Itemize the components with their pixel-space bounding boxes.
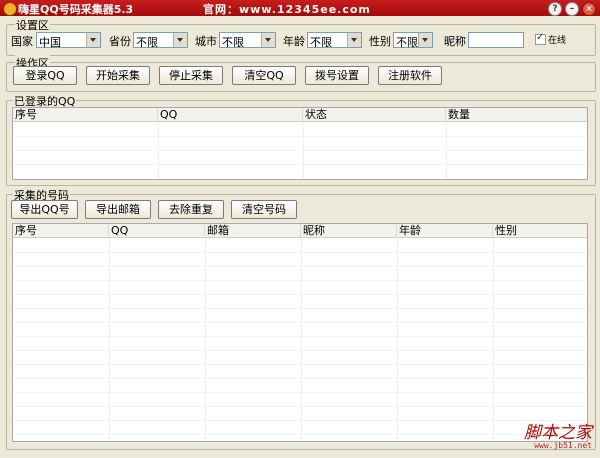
list-row-line (13, 266, 587, 267)
column-header-qq[interactable]: QQ (109, 224, 205, 237)
nickname-label: 昵称 (444, 35, 466, 48)
close-button[interactable]: × (582, 2, 596, 16)
gender-label: 性别 (369, 35, 391, 48)
clear-qq-button[interactable]: 清空QQ (232, 66, 296, 85)
clear-numbers-button[interactable]: 清空号码 (231, 200, 297, 219)
column-divider (205, 238, 206, 441)
column-header-count[interactable]: 数量 (446, 108, 587, 121)
column-header-index[interactable]: 序号 (13, 108, 158, 121)
list-row-line (13, 252, 587, 253)
column-divider (397, 238, 398, 441)
province-value: 不限 (136, 36, 158, 49)
province-select[interactable]: 不限 (133, 32, 188, 49)
city-value: 不限 (222, 36, 244, 49)
nickname-input[interactable] (468, 32, 524, 48)
collected-list-header: 序号 QQ 邮箱 昵称 年龄 性别 (13, 224, 587, 238)
minimize-button[interactable]: – (565, 2, 579, 16)
website-label: 官网：www.12345ee.com (203, 3, 371, 16)
country-select[interactable]: 中国 (36, 32, 101, 49)
gender-select[interactable]: 不限 (393, 32, 433, 49)
logged-in-list-header: 序号 QQ 状态 数量 (13, 108, 587, 122)
list-row-line (13, 378, 587, 379)
column-divider (109, 238, 110, 441)
title-bar: 嗨星QQ号码采集器5.3 官网：www.12345ee.com ? – × (0, 0, 600, 16)
start-collect-button[interactable]: 开始采集 (86, 66, 150, 85)
list-row-line (13, 322, 587, 323)
age-label: 年龄 (283, 35, 305, 48)
list-row-line (13, 392, 587, 393)
login-qq-button[interactable]: 登录QQ (13, 66, 77, 85)
column-header-gender[interactable]: 性别 (493, 224, 587, 237)
gender-value: 不限 (396, 36, 418, 49)
online-checkbox[interactable] (535, 32, 546, 45)
column-header-qq[interactable]: QQ (158, 108, 303, 121)
logged-in-list[interactable]: 序号 QQ 状态 数量 (12, 107, 588, 180)
column-divider (493, 238, 494, 441)
list-row-line (13, 136, 587, 137)
online-label: 在线 (548, 36, 567, 46)
help-icon[interactable]: ? (548, 2, 562, 16)
column-header-status[interactable]: 状态 (303, 108, 446, 121)
list-row-line (13, 336, 587, 337)
watermark-text: 脚本之家 (524, 423, 592, 443)
dial-settings-button[interactable]: 拨号设置 (305, 66, 369, 85)
list-row-line (13, 350, 587, 351)
chevron-down-icon[interactable] (347, 33, 361, 47)
remove-duplicates-button[interactable]: 去除重复 (158, 200, 224, 219)
list-row-line (13, 164, 587, 165)
export-qq-button[interactable]: 导出QQ号 (11, 200, 78, 219)
age-value: 不限 (310, 36, 332, 49)
stop-collect-button[interactable]: 停止采集 (159, 66, 223, 85)
column-header-index[interactable]: 序号 (13, 224, 109, 237)
list-row-line (13, 294, 587, 295)
age-select[interactable]: 不限 (307, 32, 362, 49)
column-header-nickname[interactable]: 昵称 (301, 224, 397, 237)
watermark-url: www.jb51.net (534, 441, 592, 450)
city-select[interactable]: 不限 (219, 32, 276, 49)
list-row-line (13, 308, 587, 309)
list-row-line (13, 280, 587, 281)
column-divider (301, 238, 302, 441)
settings-group-label: 设置区 (15, 17, 50, 33)
list-row-line (13, 364, 587, 365)
country-label: 国家 (11, 35, 33, 48)
chevron-down-icon[interactable] (173, 33, 187, 47)
chevron-down-icon[interactable] (261, 33, 275, 47)
export-email-button[interactable]: 导出邮箱 (85, 200, 151, 219)
country-value: 中国 (39, 36, 61, 49)
chevron-down-icon[interactable] (86, 33, 100, 47)
collected-list[interactable]: 序号 QQ 邮箱 昵称 年龄 性别 (12, 223, 588, 442)
city-label: 城市 (195, 35, 217, 48)
window-title: 嗨星QQ号码采集器5.3 (18, 3, 134, 16)
column-header-email[interactable]: 邮箱 (205, 224, 301, 237)
list-row-line (13, 406, 587, 407)
province-label: 省份 (109, 35, 131, 48)
list-row-line (13, 420, 587, 421)
column-header-age[interactable]: 年龄 (397, 224, 493, 237)
list-row-line (13, 150, 587, 151)
list-row-line (13, 434, 587, 435)
app-logo-icon (3, 2, 17, 16)
register-software-button[interactable]: 注册软件 (378, 66, 442, 85)
chevron-down-icon[interactable] (418, 33, 432, 47)
